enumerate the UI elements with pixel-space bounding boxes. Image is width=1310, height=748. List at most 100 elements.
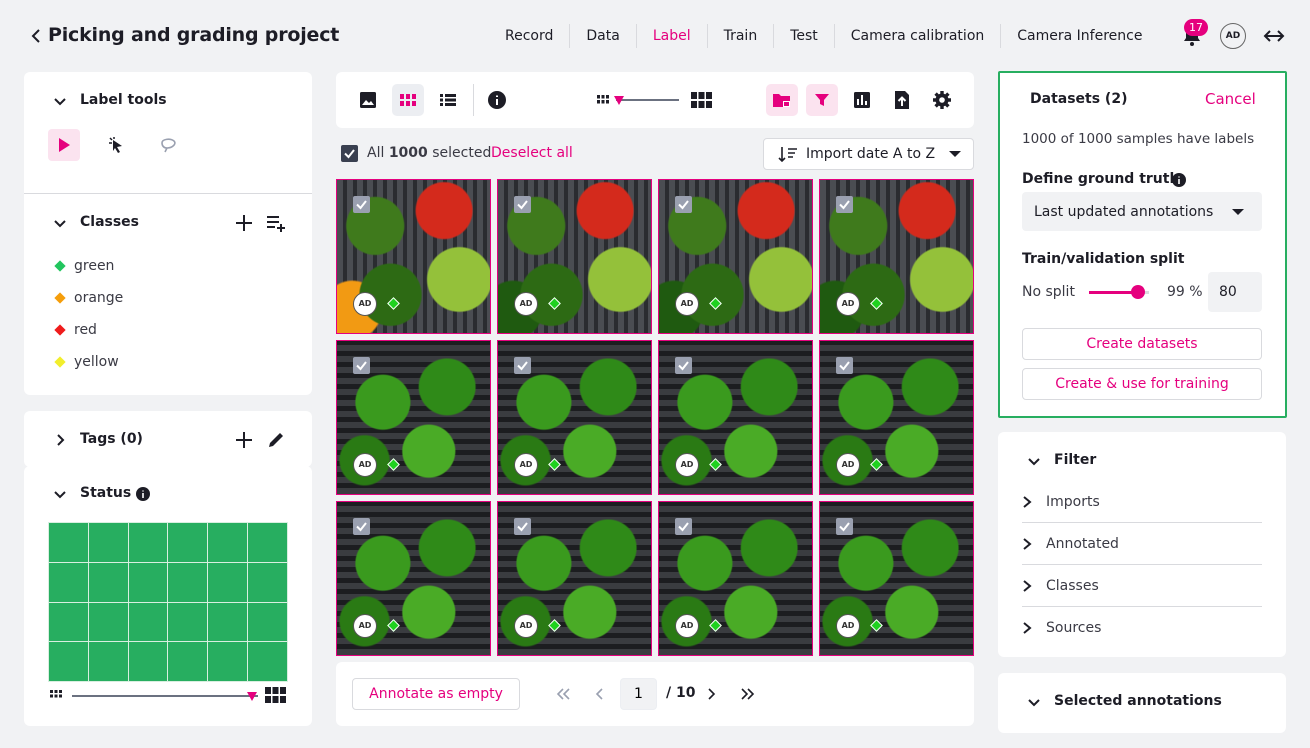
page-total: / 10 — [666, 685, 696, 701]
last-page-icon[interactable] — [737, 684, 757, 704]
chevron-right-icon — [1023, 579, 1032, 592]
add-list-icon[interactable] — [266, 213, 286, 233]
image-thumbnail[interactable]: AD — [819, 179, 974, 334]
class-item-yellow[interactable]: yellow — [54, 354, 119, 370]
polygon-lasso-tool-button[interactable] — [152, 129, 184, 161]
sort-dropdown[interactable]: Import date A to Z — [763, 138, 974, 170]
image-thumbnail[interactable]: AD — [819, 501, 974, 656]
thumbnail-checkbox[interactable] — [514, 518, 531, 535]
select-tool-button[interactable] — [48, 129, 80, 161]
filter-item-classes[interactable]: Classes — [1022, 565, 1262, 607]
image-view-icon[interactable] — [352, 84, 384, 116]
image-thumbnail[interactable]: AD — [336, 501, 491, 656]
bar-chart-icon[interactable] — [846, 84, 878, 116]
edit-pencil-icon[interactable] — [266, 430, 286, 450]
image-thumbnail[interactable]: AD — [336, 179, 491, 334]
nav-test[interactable]: Test — [773, 24, 834, 48]
select-all-prefix: All — [367, 145, 385, 161]
status-zoom-slider[interactable] — [72, 695, 258, 697]
image-thumbnail[interactable]: AD — [497, 501, 652, 656]
chevron-down-icon[interactable] — [1027, 695, 1041, 709]
thumbnail-checkbox[interactable] — [353, 357, 370, 374]
settings-gear-icon[interactable] — [926, 84, 958, 116]
filter-item-imports[interactable]: Imports — [1022, 481, 1262, 523]
annotator-avatar: AD — [675, 614, 699, 638]
chevron-down-icon[interactable] — [53, 487, 67, 501]
magic-click-tool-button[interactable] — [100, 129, 132, 161]
filter-item-annotated[interactable]: Annotated — [1022, 523, 1262, 565]
page-title: Picking and grading project — [48, 24, 340, 46]
annotator-avatar: AD — [675, 453, 699, 477]
image-thumbnail[interactable]: AD — [658, 340, 813, 495]
info-icon[interactable] — [136, 487, 150, 501]
filter-title: Filter — [1054, 452, 1097, 468]
add-class-plus-icon[interactable] — [234, 213, 254, 233]
image-thumbnail[interactable]: AD — [497, 340, 652, 495]
info-icon[interactable] — [1172, 173, 1186, 187]
chevron-down-icon[interactable] — [1027, 454, 1041, 468]
thumbnail-checkbox[interactable] — [514, 196, 531, 213]
export-upload-icon[interactable] — [886, 84, 918, 116]
small-grid-icon — [50, 690, 62, 702]
info-icon[interactable] — [481, 84, 513, 116]
no-split-label: No split — [1022, 284, 1075, 300]
thumbnail-checkbox[interactable] — [353, 196, 370, 213]
image-thumbnail[interactable]: AD — [658, 501, 813, 656]
grid-view-icon[interactable] — [392, 84, 424, 116]
ground-truth-select[interactable]: Last updated annotations — [1022, 192, 1262, 231]
image-thumbnail[interactable]: AD — [658, 179, 813, 334]
image-thumbnail[interactable]: AD — [497, 179, 652, 334]
thumbnail-checkbox[interactable] — [836, 518, 853, 535]
select-all-checkbox[interactable] — [341, 145, 358, 162]
nav-camera-calibration[interactable]: Camera calibration — [833, 24, 1001, 48]
back-chevron-icon[interactable] — [28, 26, 46, 46]
thumbnail-checkbox[interactable] — [514, 357, 531, 374]
prev-page-icon[interactable] — [590, 684, 610, 704]
add-tag-plus-icon[interactable] — [234, 430, 254, 450]
thumbnail-checkbox[interactable] — [675, 196, 692, 213]
thumbnail-checkbox[interactable] — [675, 357, 692, 374]
filter-item-sources[interactable]: Sources — [1022, 607, 1262, 649]
class-item-orange[interactable]: orange — [54, 290, 123, 306]
first-page-icon[interactable] — [554, 684, 574, 704]
image-thumbnail[interactable]: AD — [819, 340, 974, 495]
cancel-button[interactable]: Cancel — [1205, 90, 1256, 108]
list-view-icon[interactable] — [432, 84, 464, 116]
class-item-green[interactable]: green — [54, 258, 114, 274]
nav-camera-inference[interactable]: Camera Inference — [1000, 24, 1158, 48]
thumbnail-size-slider[interactable] — [616, 99, 679, 101]
user-avatar[interactable]: AD — [1220, 23, 1246, 49]
thumbnail-checkbox[interactable] — [836, 196, 853, 213]
create-datasets-button[interactable]: Create datasets — [1022, 328, 1262, 360]
next-page-icon[interactable] — [701, 684, 721, 704]
split-percent: 99 % — [1167, 284, 1203, 300]
thumbnail-checkbox[interactable] — [353, 518, 370, 535]
green-class-diamond-icon — [548, 297, 561, 310]
yellow-diamond-icon — [54, 356, 66, 368]
thumbnail-checkbox[interactable] — [675, 518, 692, 535]
annotator-avatar: AD — [514, 453, 538, 477]
create-and-use-for-training-button[interactable]: Create & use for training — [1022, 368, 1262, 400]
nav-record[interactable]: Record — [489, 24, 569, 48]
filter-funnel-icon[interactable] — [806, 84, 838, 116]
nav-data[interactable]: Data — [569, 24, 635, 48]
slider-handle[interactable] — [246, 690, 258, 702]
chevron-down-icon[interactable] — [53, 94, 67, 108]
class-item-red[interactable]: red — [54, 322, 97, 338]
page-number-input[interactable] — [620, 678, 657, 710]
split-value-input[interactable] — [1208, 272, 1262, 312]
annotate-as-empty-button[interactable]: Annotate as empty — [352, 678, 520, 710]
nav-label[interactable]: Label — [635, 24, 707, 48]
green-class-diamond-icon — [548, 619, 561, 632]
deselect-all-link[interactable]: Deselect all — [491, 145, 573, 161]
image-thumbnail[interactable]: AD — [336, 340, 491, 495]
classes-title: Classes — [80, 214, 140, 230]
thumbnail-checkbox[interactable] — [836, 357, 853, 374]
nav-train[interactable]: Train — [706, 24, 774, 48]
status-grid[interactable] — [48, 522, 288, 682]
folder-lock-icon[interactable] — [766, 84, 798, 116]
expand-arrows-icon[interactable] — [1262, 24, 1286, 48]
slider-handle[interactable] — [613, 94, 625, 106]
chevron-right-icon[interactable] — [53, 433, 67, 447]
chevron-down-icon[interactable] — [53, 216, 67, 230]
